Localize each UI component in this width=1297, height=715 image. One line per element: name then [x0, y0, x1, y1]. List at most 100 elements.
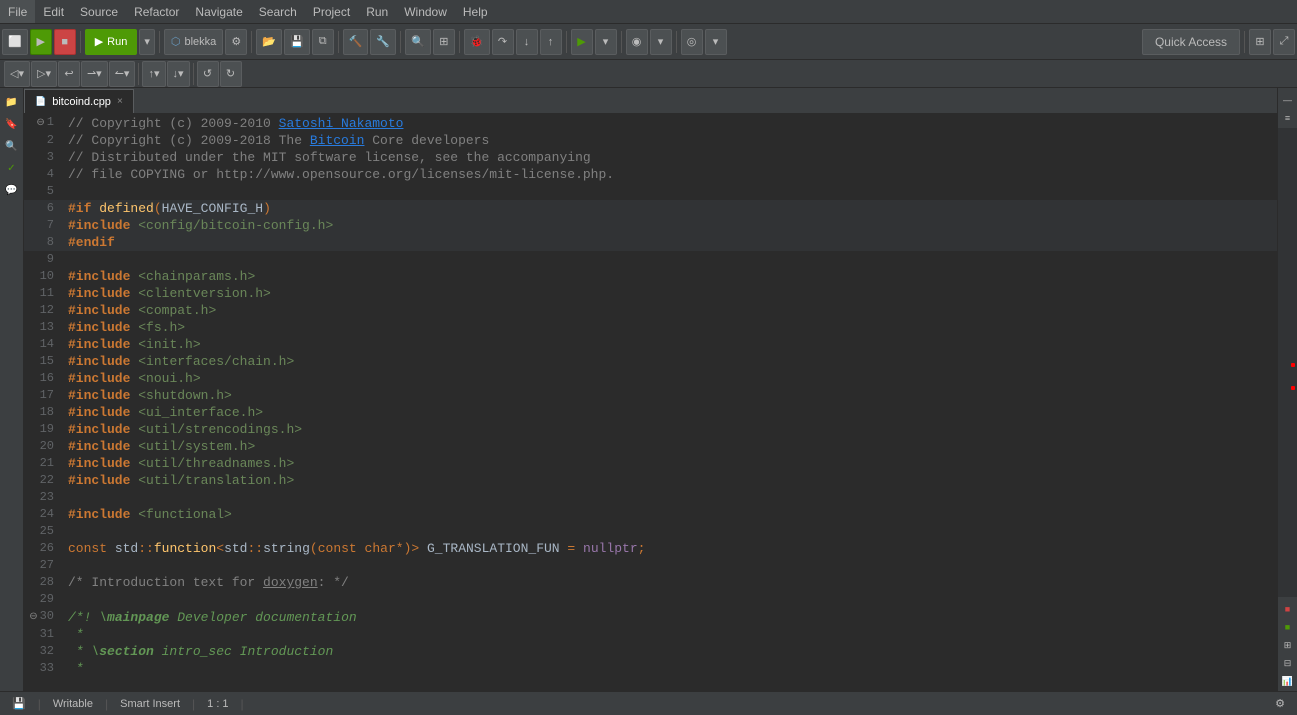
menu-project[interactable]: Project [305, 0, 358, 23]
sidebar-inspector-icon[interactable]: 🔍 [2, 136, 22, 156]
prev-annotation-button[interactable]: ↑▾ [142, 61, 165, 87]
tools-button[interactable]: 🔧 [370, 29, 396, 55]
editor-tab-bitcoind[interactable]: 📄 bitcoind.cpp × [24, 89, 134, 113]
line-content[interactable]: #include <interfaces/chain.h> [64, 353, 1277, 370]
table-row: 4// file COPYING or http://www.opensourc… [24, 166, 1277, 183]
menu-run[interactable]: Run [358, 0, 396, 23]
run-debug-dropdown[interactable]: ▾ [595, 29, 617, 55]
outline-icon[interactable]: ≡ [1280, 110, 1296, 126]
redo-button[interactable]: ↻ [220, 61, 242, 87]
line-content[interactable]: // file COPYING or http://www.opensource… [64, 166, 1277, 183]
menu-refactor[interactable]: Refactor [126, 0, 187, 23]
run-debug-button[interactable]: ▶ [571, 29, 593, 55]
save-button[interactable]: 💾 [284, 29, 310, 55]
table-row: 2// Copyright (c) 2009-2018 The Bitcoin … [24, 132, 1277, 149]
stop-button[interactable]: ■ [54, 29, 76, 55]
line-content[interactable]: #include <clientversion.h> [64, 285, 1277, 302]
step-over-button[interactable]: ↷ [492, 29, 514, 55]
line-content[interactable] [64, 251, 1277, 268]
minimap-toggle[interactable]: — [1280, 92, 1296, 108]
right-panel-3-icon[interactable]: ⊞ [1280, 637, 1296, 653]
line-content[interactable]: * \section intro_sec Introduction [64, 643, 1277, 660]
save-all-button[interactable]: ⧉ [312, 29, 334, 55]
line-content[interactable] [64, 489, 1277, 506]
quick-access-button[interactable]: Quick Access [1142, 29, 1240, 55]
menu-search[interactable]: Search [251, 0, 305, 23]
line-content[interactable]: #endif [64, 234, 1277, 251]
new-file-button[interactable]: ⬜ [2, 29, 28, 55]
line-content[interactable]: // Copyright (c) 2009-2018 The Bitcoin C… [64, 132, 1277, 149]
line-content[interactable]: #include <config/bitcoin-config.h> [64, 217, 1277, 234]
line-content[interactable]: #include <shutdown.h> [64, 387, 1277, 404]
open-button[interactable]: 📂 [256, 29, 282, 55]
code-editor[interactable]: ⊖1// Copyright (c) 2009-2010 Satoshi Nak… [24, 114, 1277, 691]
line-content[interactable]: /*! \mainpage Developer documentation [64, 608, 1277, 626]
line-content[interactable]: #include <init.h> [64, 336, 1277, 353]
sidebar-project-icon[interactable]: 📁 [2, 92, 22, 112]
menu-edit[interactable]: Edit [35, 0, 72, 23]
line-content[interactable]: #include <util/strencodings.h> [64, 421, 1277, 438]
line-content[interactable] [64, 523, 1277, 540]
line-content[interactable]: #if defined(HAVE_CONFIG_H) [64, 200, 1277, 217]
nav-back-button[interactable]: ◁▾ [4, 61, 30, 87]
profile-dropdown[interactable]: ▾ [650, 29, 672, 55]
line-content[interactable] [64, 183, 1277, 200]
right-panel-4-icon[interactable]: ⊟ [1280, 655, 1296, 671]
line-content[interactable]: const std::function<std::string(const ch… [64, 540, 1277, 557]
line-content[interactable]: /* Introduction text for doxygen: */ [64, 574, 1277, 591]
line-content[interactable]: // Distributed under the MIT software li… [64, 149, 1277, 166]
maximize-button[interactable]: ⤢ [1273, 29, 1295, 55]
search-button[interactable]: 🔍 [405, 29, 431, 55]
line-content[interactable]: #include <util/threadnames.h> [64, 455, 1277, 472]
line-content[interactable]: // Copyright (c) 2009-2010 Satoshi Nakam… [64, 114, 1277, 132]
line-content[interactable]: * [64, 660, 1277, 677]
line-content[interactable]: #include <functional> [64, 506, 1277, 523]
last-edit-button[interactable]: ↩ [58, 61, 80, 87]
debug-button[interactable]: 🐞 [464, 29, 490, 55]
menu-source[interactable]: Source [72, 0, 126, 23]
sidebar-todo-icon[interactable]: ✓ [2, 158, 22, 178]
run-dropdown[interactable]: ▾ [139, 29, 155, 55]
table-row: 19#include <util/strencodings.h> [24, 421, 1277, 438]
step-out-button[interactable]: ↑ [540, 29, 562, 55]
nav-forward-button[interactable]: ▷▾ [31, 61, 57, 87]
line-content[interactable]: #include <fs.h> [64, 319, 1277, 336]
panels-button[interactable]: ⊞ [1249, 29, 1271, 55]
find-in-files-button[interactable]: ⊞ [433, 29, 455, 55]
undo-button[interactable]: ↺ [197, 61, 219, 87]
run-green-button[interactable]: ▶ [30, 29, 52, 55]
coverage-dropdown[interactable]: ▾ [705, 29, 727, 55]
step-into-button[interactable]: ↓ [516, 29, 538, 55]
jump-next-button[interactable]: ⇀▾ [81, 61, 108, 87]
coverage-button[interactable]: ◎ [681, 29, 703, 55]
line-number: 16 [24, 370, 64, 387]
line-content[interactable] [64, 591, 1277, 608]
profile-button[interactable]: ◉ [626, 29, 648, 55]
run-button[interactable]: ▶ Run [85, 29, 138, 55]
line-number: 14 [24, 336, 64, 353]
jump-prev-button[interactable]: ↼▾ [109, 61, 136, 87]
line-content[interactable]: * [64, 626, 1277, 643]
line-content[interactable]: #include <ui_interface.h> [64, 404, 1277, 421]
menu-help[interactable]: Help [455, 0, 496, 23]
right-panel-2-icon[interactable]: ■ [1280, 619, 1296, 635]
sidebar-bookmarks-icon[interactable]: 🔖 [2, 114, 22, 134]
line-content[interactable] [64, 557, 1277, 574]
project-settings-button[interactable]: ⚙ [225, 29, 247, 55]
menu-file[interactable]: File [0, 0, 35, 23]
line-content[interactable]: #include <noui.h> [64, 370, 1277, 387]
right-panel-5-icon[interactable]: 📊 [1280, 673, 1296, 689]
line-content[interactable]: #include <util/translation.h> [64, 472, 1277, 489]
table-row: ⊖1// Copyright (c) 2009-2010 Satoshi Nak… [24, 114, 1277, 132]
tab-close-button[interactable]: × [117, 96, 123, 107]
build-button[interactable]: 🔨 [343, 29, 369, 55]
next-annotation-button[interactable]: ↓▾ [167, 61, 190, 87]
menu-navigate[interactable]: Navigate [187, 0, 250, 23]
menu-window[interactable]: Window [396, 0, 455, 23]
project-selector[interactable]: ⬡ blekka [164, 29, 223, 55]
sidebar-messages-icon[interactable]: 💬 [2, 180, 22, 200]
right-panel-1-icon[interactable]: ■ [1280, 601, 1296, 617]
line-content[interactable]: #include <util/system.h> [64, 438, 1277, 455]
line-content[interactable]: #include <compat.h> [64, 302, 1277, 319]
line-content[interactable]: #include <chainparams.h> [64, 268, 1277, 285]
